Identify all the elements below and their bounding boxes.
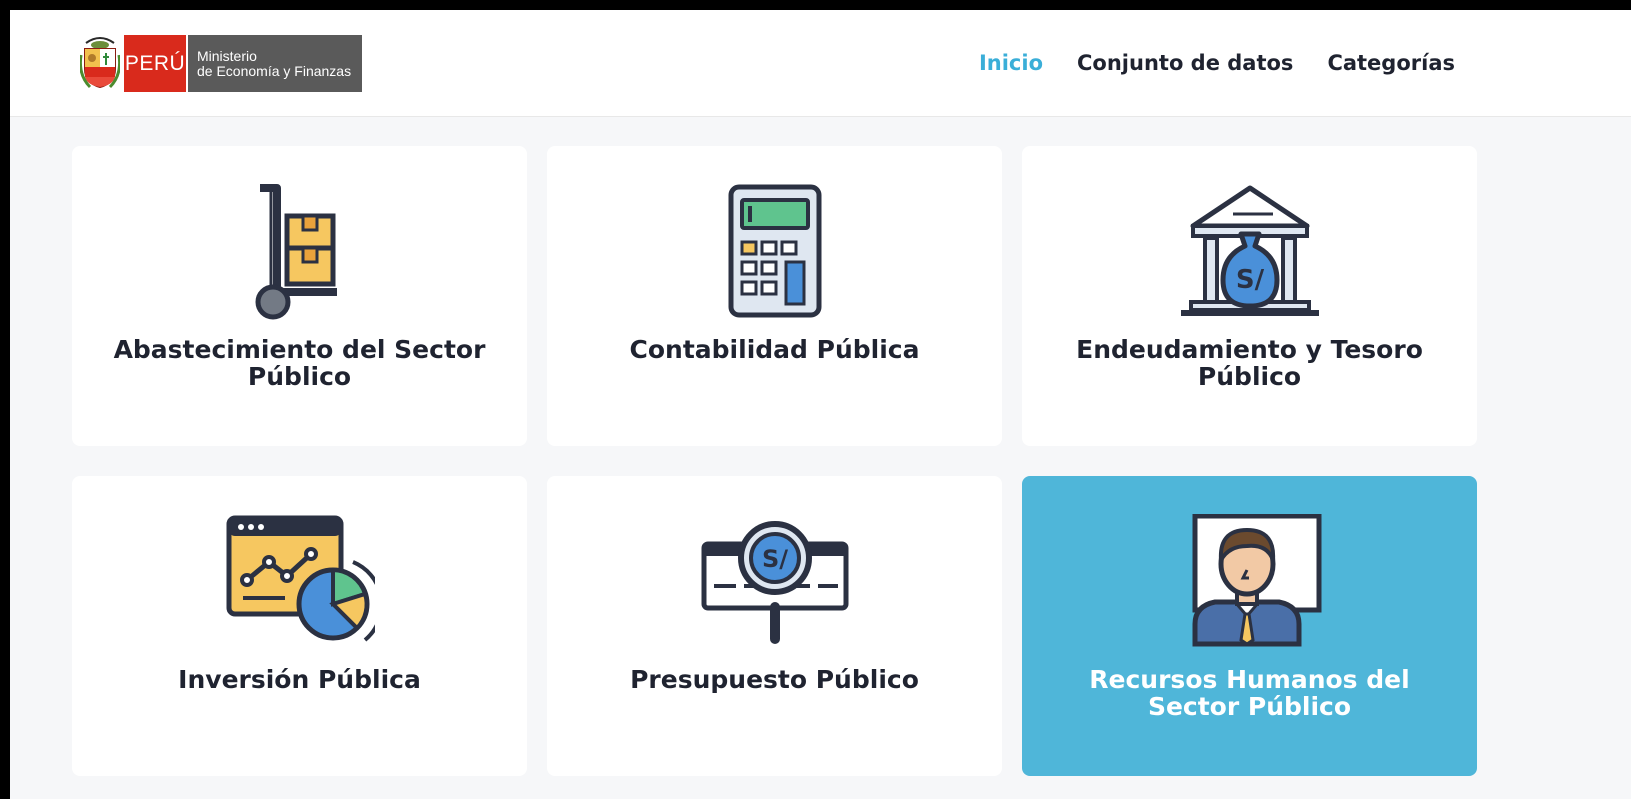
magnifier-coin-icon: S/: [700, 514, 850, 650]
category-card-presupuesto[interactable]: S/ Presupuesto Público: [547, 476, 1002, 776]
employee-board-icon: [1175, 514, 1325, 650]
category-title: Contabilidad Pública: [629, 335, 920, 364]
ministry-line-1: Ministerio: [197, 47, 257, 64]
category-title: Presupuesto Público: [630, 665, 919, 694]
category-card-endeudamiento[interactable]: S/ Endeudamiento y Tesoro Público: [1022, 146, 1477, 446]
coin-label: S/: [761, 545, 787, 573]
category-card-contabilidad[interactable]: Contabilidad Pública: [547, 146, 1002, 446]
category-card-inversion[interactable]: Inversión Pública: [72, 476, 527, 776]
ministry-line-2: de Economía y Finanzas: [197, 62, 352, 79]
category-card-abastecimiento[interactable]: Abastecimiento del Sector Público: [72, 146, 527, 446]
category-title: Abastecimiento del Sector Público: [113, 335, 486, 391]
chart-dashboard-icon: [225, 514, 375, 650]
category-title: Inversión Pública: [178, 665, 421, 694]
category-title: Recursos Humanos del Sector Público: [1089, 665, 1410, 721]
coat-of-arms-icon: [80, 37, 120, 89]
bank-money-bag-icon: S/: [1175, 184, 1325, 320]
mef-logo[interactable]: PERÚ Ministerio de Economía y Finanzas: [80, 35, 362, 92]
nav-inicio[interactable]: Inicio: [979, 51, 1043, 75]
navbar: PERÚ Ministerio de Economía y Finanzas I…: [10, 10, 1631, 117]
svg-text:S/: S/: [1235, 265, 1264, 295]
app-window: PERÚ Ministerio de Economía y Finanzas I…: [10, 10, 1631, 799]
nav-categorias[interactable]: Categorías: [1327, 51, 1455, 75]
peru-label: PERÚ: [124, 35, 186, 92]
ministry-label: Ministerio de Economía y Finanzas: [188, 35, 362, 92]
nav-conjunto-de-datos[interactable]: Conjunto de datos: [1077, 51, 1293, 75]
calculator-icon: [700, 184, 850, 320]
main-menu: Inicio Conjunto de datos Categorías: [979, 10, 1455, 116]
category-card-recursos-humanos[interactable]: Recursos Humanos del Sector Público: [1022, 476, 1477, 776]
category-title: Endeudamiento y Tesoro Público: [1076, 335, 1423, 391]
hand-truck-icon: [225, 184, 375, 320]
